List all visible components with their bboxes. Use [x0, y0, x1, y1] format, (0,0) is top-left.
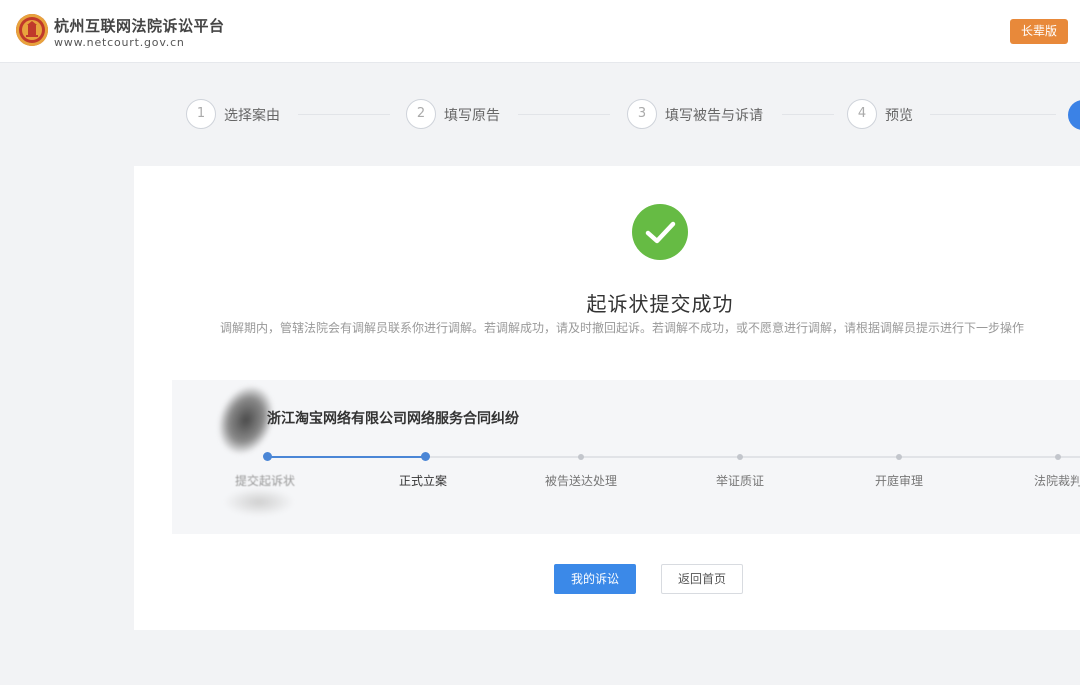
- stage-label: 举证质证: [715, 474, 764, 488]
- step-connector: [298, 114, 390, 115]
- case-title: 浙江淘宝网络有限公司网络服务合同纠纷: [267, 411, 519, 427]
- step-label: 填写被告与诉请: [665, 108, 763, 124]
- blurred-region: [224, 488, 294, 516]
- step-connector: [782, 114, 834, 115]
- step-indicator: 1 选择案由 2 填写原告 3 填写被告与诉请 4 预览: [0, 96, 1080, 134]
- success-description: 调解期内，管辖法院会有调解员联系你进行调解。若调解成功，请及时撤回起诉。若调解不…: [220, 321, 1025, 335]
- result-card: 起诉状提交成功 调解期内，管辖法院会有调解员联系你进行调解。若调解成功，请及时撤…: [134, 166, 1080, 630]
- step-label: 选择案由: [224, 108, 280, 124]
- elder-version-button[interactable]: 长辈版: [1010, 19, 1068, 44]
- stage-dot: [896, 454, 902, 460]
- step-number: 1: [186, 99, 216, 129]
- site-name: 杭州互联网法院诉讼平台: [54, 17, 225, 35]
- stage-label: 被告送达处理: [544, 474, 617, 488]
- stage-label-current: 正式立案: [398, 474, 447, 488]
- stage-label: 提交起诉状: [234, 474, 295, 488]
- stage-dot: [263, 452, 272, 461]
- stage-dot: [578, 454, 584, 460]
- stage-label: 开庭审理: [874, 474, 923, 488]
- step-label: 填写原告: [444, 108, 500, 124]
- stage-dot: [421, 452, 430, 461]
- site-url: www.netcourt.gov.cn: [54, 36, 185, 49]
- step-label: 预览: [885, 108, 913, 124]
- back-home-button[interactable]: 返回首页: [661, 564, 743, 594]
- stage-label: 法院裁判: [1033, 474, 1080, 488]
- my-litigation-button[interactable]: 我的诉讼: [554, 564, 636, 594]
- progress-track-complete: [268, 456, 426, 458]
- top-header: 杭州互联网法院诉讼平台 www.netcourt.gov.cn 长辈版: [0, 0, 1080, 63]
- step-number: 3: [627, 99, 657, 129]
- case-progress-panel: 浙江淘宝网络有限公司网络服务合同纠纷 提交起诉状 正式立案 被告送达处理 举证质…: [172, 377, 1080, 534]
- step-connector: [930, 114, 1056, 115]
- progress-track-pending: [426, 456, 1080, 458]
- step-connector: [518, 114, 610, 115]
- court-emblem-icon: [16, 14, 48, 46]
- step-number: 2: [406, 99, 436, 129]
- check-circle-icon: [632, 204, 688, 260]
- stage-dot: [737, 454, 743, 460]
- step-number: 4: [847, 99, 877, 129]
- success-title: 起诉状提交成功: [586, 292, 734, 316]
- stage-dot: [1055, 454, 1061, 460]
